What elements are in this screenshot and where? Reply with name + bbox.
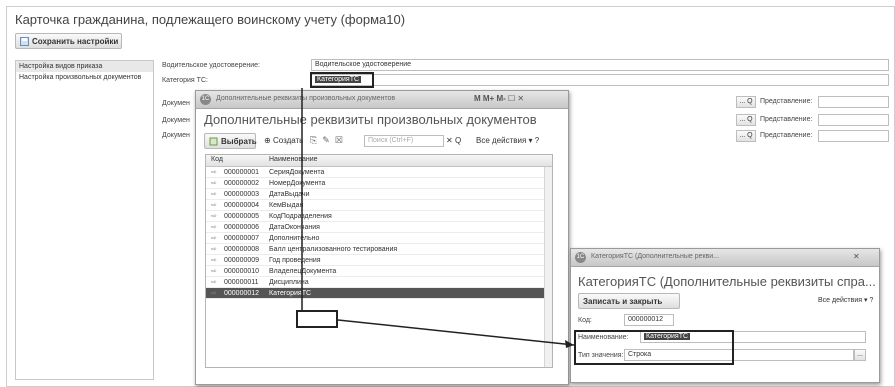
callout-arrows [301, 88, 575, 348]
